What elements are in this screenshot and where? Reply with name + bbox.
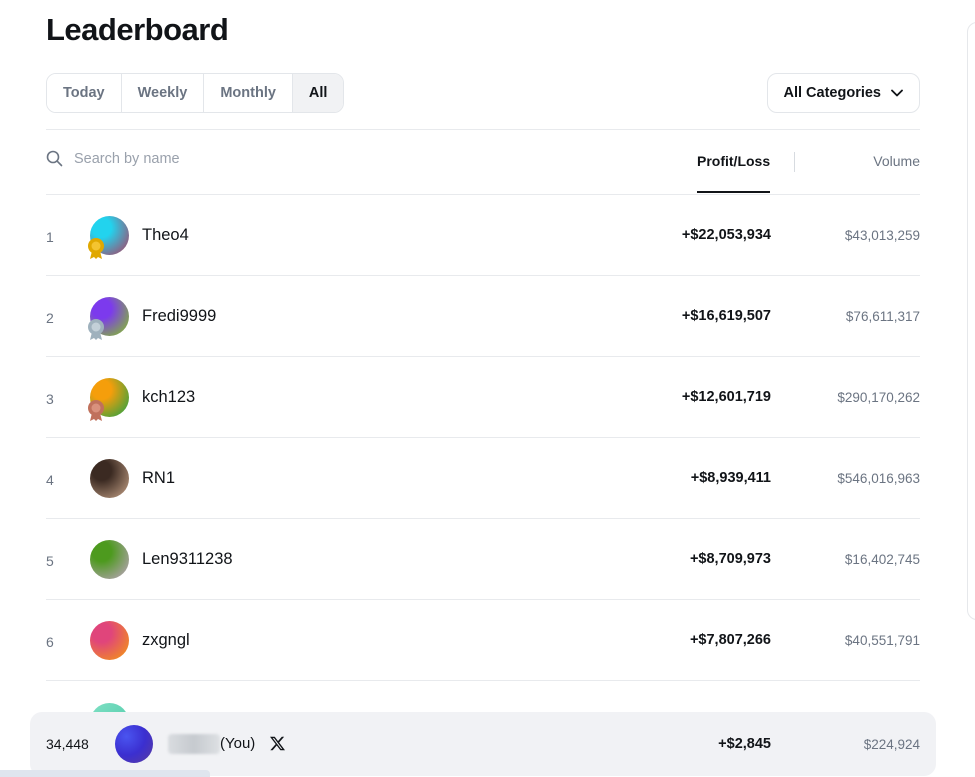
avatar[interactable]: [90, 621, 129, 660]
profit-loss-value: +$16,619,507: [681, 308, 771, 324]
active-sort-indicator: [697, 191, 770, 193]
divider: [46, 129, 920, 130]
table-row[interactable]: 5 Len9311238 +$8,709,973 $16,402,745: [46, 519, 920, 600]
trader-name[interactable]: Fredi9999: [142, 307, 216, 326]
rank-number: 6: [46, 634, 54, 650]
profit-loss-value: +$7,807,266: [689, 632, 771, 648]
trader-name[interactable]: zxgngl: [142, 631, 190, 650]
trader-name[interactable]: kch123: [142, 388, 195, 407]
search-icon: [46, 150, 63, 167]
trader-name[interactable]: Theo4: [142, 226, 189, 245]
volume-value: $43,013,259: [844, 228, 920, 243]
current-user-profit-loss: +$2,845: [718, 736, 771, 752]
column-header-profit-loss[interactable]: Profit/Loss: [697, 153, 770, 169]
table-row[interactable]: 3 kch123 +$12,601,719 $290,170,262: [46, 357, 920, 438]
rank-number: 4: [46, 472, 54, 488]
silver-medal-icon: [88, 319, 104, 340]
search-bar: [46, 150, 274, 167]
current-user-volume: $224,924: [863, 737, 920, 752]
volume-value: $40,551,791: [844, 633, 920, 648]
current-user-rank: 34,448: [46, 736, 89, 752]
rank-number: 5: [46, 553, 54, 569]
side-panel-edge: [967, 22, 975, 620]
category-dropdown-label: All Categories: [783, 85, 882, 101]
rank-number: 2: [46, 310, 54, 326]
volume-value: $76,611,317: [845, 309, 920, 324]
tab-all[interactable]: All: [292, 74, 344, 112]
table-row[interactable]: 2 Fredi9999 +$16,619,507 $76,611,317: [46, 276, 920, 357]
redacted-username: [168, 734, 220, 754]
current-user-avatar[interactable]: [115, 725, 153, 763]
current-user-row[interactable]: 34,448 (You) +$2,845 $224,924: [30, 712, 936, 776]
status-strip: [0, 770, 210, 777]
trader-name[interactable]: RN1: [142, 469, 175, 488]
rank-number: 1: [46, 229, 54, 245]
profit-loss-value: +$8,939,411: [690, 470, 771, 486]
rank-number: 3: [46, 391, 54, 407]
profit-loss-value: +$12,601,719: [681, 389, 771, 405]
trader-name[interactable]: Len9311238: [142, 550, 233, 569]
profit-loss-value: +$8,709,973: [689, 551, 771, 567]
time-range-tabs: Today Weekly Monthly All: [46, 73, 345, 113]
tab-monthly[interactable]: Monthly: [204, 74, 293, 112]
leaderboard-table: 1 Theo4 +$22,053,934 $43,013,259 2 Fredi…: [46, 195, 920, 681]
search-input[interactable]: [74, 150, 274, 167]
category-dropdown[interactable]: All Categories: [766, 73, 920, 113]
volume-value: $546,016,963: [837, 471, 920, 486]
chevron-down-icon: [891, 89, 903, 97]
x-logo-icon[interactable]: [270, 736, 285, 751]
gold-medal-icon: [88, 238, 104, 259]
column-separator: [794, 152, 795, 172]
table-row[interactable]: 1 Theo4 +$22,053,934 $43,013,259: [46, 195, 920, 276]
volume-value: $16,402,745: [844, 552, 920, 567]
page-title: Leaderboard: [46, 12, 229, 47]
avatar[interactable]: [90, 459, 129, 498]
volume-value: $290,170,262: [837, 390, 920, 405]
profit-loss-value: +$22,053,934: [681, 227, 771, 243]
tab-today[interactable]: Today: [47, 74, 122, 112]
you-label: (You): [220, 735, 256, 752]
bronze-medal-icon: [88, 400, 104, 421]
table-row[interactable]: 4 RN1 +$8,939,411 $546,016,963: [46, 438, 920, 519]
tab-weekly[interactable]: Weekly: [121, 74, 205, 112]
column-header-volume[interactable]: Volume: [873, 153, 920, 169]
avatar[interactable]: [90, 540, 129, 579]
table-row[interactable]: 6 zxgngl +$7,807,266 $40,551,791: [46, 600, 920, 681]
